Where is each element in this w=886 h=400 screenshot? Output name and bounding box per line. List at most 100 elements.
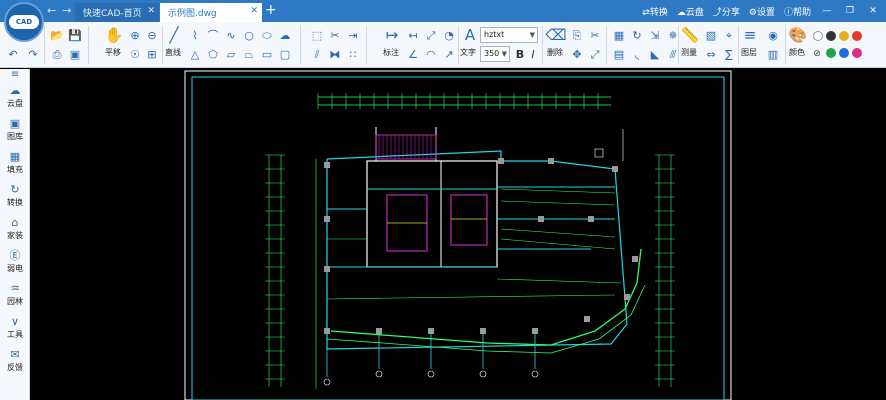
spline-icon[interactable]: ∿ [224, 28, 238, 42]
text-icon[interactable]: A [460, 25, 480, 45]
close-tab-icon[interactable]: ✕ [250, 6, 258, 16]
cut-icon[interactable]: ✂ [588, 28, 602, 42]
extend-icon[interactable]: ⇥ [346, 28, 360, 42]
sidebar-item-garden[interactable]: ♒ 园林 [0, 282, 30, 315]
area-icon[interactable]: ▧ [704, 28, 718, 42]
line-label[interactable]: 直线 [165, 47, 181, 58]
table-icon[interactable]: ▤ [612, 47, 626, 61]
settings-button[interactable]: ⚙设置 [749, 5, 775, 18]
open-file-icon[interactable]: 📂 [50, 28, 64, 42]
layer-lock-icon[interactable]: ▥ [766, 47, 780, 61]
color-swatch-magenta[interactable] [852, 48, 862, 58]
annotate-icon[interactable]: ↦ [382, 25, 402, 45]
measure-label[interactable]: 测量 [681, 47, 697, 58]
minimize-icon[interactable]: — [820, 6, 834, 16]
annotate-label[interactable]: 标注 [383, 47, 399, 58]
convert-button[interactable]: ⇄转换 [642, 5, 668, 18]
triangle-icon[interactable]: △ [188, 47, 202, 61]
share-button[interactable]: ⤴分享 [713, 5, 740, 18]
color-swatch-green[interactable] [826, 48, 836, 58]
sidebar-item-electric[interactable]: Ⓔ 弱电 [0, 249, 30, 282]
rotate-icon[interactable]: ↻ [630, 28, 644, 42]
maximize-icon[interactable]: ❐ [843, 6, 857, 16]
help-button[interactable]: ⓘ帮助 [784, 5, 811, 18]
redo-icon[interactable]: ↷ [26, 47, 40, 61]
tab-home[interactable]: 快速CAD-首页 ✕ [75, 3, 159, 22]
coordinate-icon[interactable]: ⌖ [722, 28, 736, 42]
chamfer-icon[interactable]: ◣ [648, 47, 662, 61]
dim-linear-icon[interactable]: ↤ [406, 28, 420, 42]
polyline-icon[interactable]: ⌇ [188, 28, 202, 42]
font-size-select[interactable]: 350 ▼ [480, 46, 510, 62]
zoom-in-icon[interactable]: ⊕ [128, 28, 142, 42]
ellipse-icon[interactable]: ⬭ [260, 28, 274, 42]
cloud-button[interactable]: ☁云盘 [677, 5, 704, 18]
font-select[interactable]: hztxt ▼ [480, 27, 538, 43]
circle-icon[interactable]: ○ [242, 28, 256, 42]
move-icon[interactable]: ✥ [570, 47, 584, 61]
line-icon[interactable]: ╱ [164, 25, 184, 45]
dim-arc-icon[interactable]: ◠ [424, 47, 438, 61]
pentagon-icon[interactable]: ⬠ [206, 47, 220, 61]
sidebar-item-gallery[interactable]: ▣ 图库 [0, 117, 30, 150]
eraser-icon[interactable]: ⌫ [545, 25, 566, 45]
undo-icon[interactable]: ↶ [6, 47, 20, 61]
back-arrow-icon[interactable]: ← [47, 4, 56, 17]
arc-icon[interactable]: ⌒ [206, 28, 220, 42]
color-swatch-yellow[interactable] [839, 31, 849, 41]
dim-radius-icon[interactable]: ◔ [442, 28, 456, 42]
dim-angle-icon[interactable]: ∠ [406, 47, 420, 61]
color-label[interactable]: 颜色 [789, 47, 805, 58]
save-icon[interactable]: 💾 [68, 28, 82, 42]
color-palette-icon[interactable]: 🎨 [788, 25, 808, 45]
rounded-rect-icon[interactable]: ▢ [278, 47, 292, 61]
no-color-icon[interactable]: ⊘ [810, 47, 824, 61]
add-tab-icon[interactable]: + [265, 2, 277, 18]
color-swatch-red[interactable] [852, 31, 862, 41]
sidebar-item-cloud[interactable]: ☁ 云盘 [0, 84, 30, 117]
tab-drawing[interactable]: 示例图.dwg ✕ [160, 3, 262, 22]
close-window-icon[interactable]: ✕ [866, 6, 880, 16]
color-swatch-blue[interactable] [839, 48, 849, 58]
offset-icon[interactable]: ⫽ [310, 47, 324, 61]
fillet-icon[interactable]: ◟ [630, 47, 644, 61]
drawing-canvas[interactable] [31, 69, 886, 400]
rectangle-icon[interactable]: ▭ [260, 47, 274, 61]
color-swatch-white[interactable] [813, 31, 823, 41]
layer-label[interactable]: 图层 [741, 47, 757, 58]
color-swatch-black[interactable] [826, 31, 836, 41]
sidebar-item-home[interactable]: ⌂ 家装 [0, 216, 30, 249]
text-label[interactable]: 文字 [460, 47, 476, 58]
bold-icon[interactable]: B [513, 47, 527, 61]
sidebar-item-convert[interactable]: ↻ 转换 [0, 183, 30, 216]
dim-aligned-icon[interactable]: ⤢ [424, 28, 438, 42]
layer-on-icon[interactable]: ◉ [766, 28, 780, 42]
export-icon[interactable]: ▣ [68, 47, 82, 61]
zoom-out-icon[interactable]: ⊖ [145, 28, 159, 42]
italic-icon[interactable]: I [526, 47, 540, 61]
sidebar-item-feedback[interactable]: ✉ 反馈 [0, 348, 30, 381]
stretch-icon[interactable]: ⇲ [648, 28, 662, 42]
print-icon[interactable]: ⎙ [50, 47, 64, 61]
zoom-extent-icon[interactable]: ☉ [128, 47, 142, 61]
count-icon[interactable]: ∑ [722, 47, 736, 61]
array-icon[interactable]: ∷ [346, 47, 360, 61]
copy-icon[interactable]: ⎘ [570, 28, 584, 42]
cad-drawing[interactable] [31, 69, 886, 400]
sidebar-item-tools[interactable]: ∨ 工具 [0, 315, 30, 348]
forward-arrow-icon[interactable]: → [62, 4, 71, 17]
trim-icon[interactable]: ✂ [328, 28, 342, 42]
app-logo[interactable]: CAD [4, 2, 44, 42]
parallelogram-icon[interactable]: ▱ [224, 47, 238, 61]
close-tab-icon[interactable]: ✕ [147, 6, 155, 16]
scale-icon[interactable]: ⤢ [588, 47, 602, 61]
sidebar-item-fill[interactable]: ▦ 填充 [0, 150, 30, 183]
layer-icon[interactable]: ≡ [740, 25, 760, 45]
measure-icon[interactable]: 📏 [680, 25, 700, 45]
distance-icon[interactable]: ⇔ [704, 47, 718, 61]
delete-label[interactable]: 删除 [547, 47, 563, 58]
zoom-window-icon[interactable]: ⊞ [145, 47, 159, 61]
sidebar-toggle-icon[interactable]: ≡ [2, 69, 28, 83]
leader-icon[interactable]: ↗ [442, 47, 456, 61]
trapezoid-icon[interactable]: ⏢ [242, 47, 256, 61]
